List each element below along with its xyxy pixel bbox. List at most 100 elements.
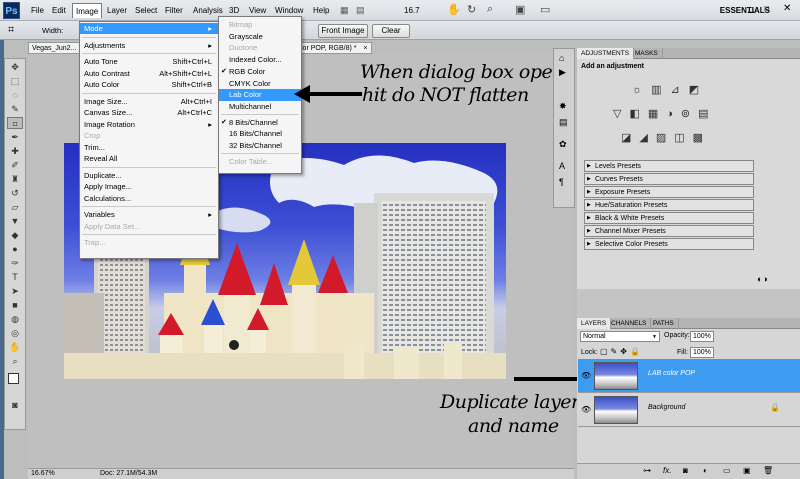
- image-menu-item[interactable]: Image Rotation ▸: [80, 119, 218, 130]
- new-layer-icon[interactable]: ▣: [743, 466, 751, 475]
- blur-tool-icon[interactable]: ◆: [7, 229, 23, 241]
- bridge-icon[interactable]: ▦: [340, 5, 349, 16]
- mode-menu-item[interactable]: 32 Bits/Channel: [219, 140, 301, 152]
- mode-menu-item[interactable]: ✔ RGB Color: [219, 66, 301, 78]
- marquee-tool-icon[interactable]: ⬚: [7, 75, 23, 87]
- image-menu-item[interactable]: Adjustments ▸: [80, 40, 218, 51]
- pen-tool-icon[interactable]: ✑: [7, 257, 23, 269]
- quick-mask-icon[interactable]: ◙: [7, 399, 23, 411]
- lock-icons[interactable]: ▢✎✥🔒: [600, 347, 643, 356]
- mode-menu-item[interactable]: Multichannel: [219, 101, 301, 113]
- menu-image[interactable]: Image: [72, 3, 103, 18]
- tool-presets-icon[interactable]: ✸: [559, 101, 567, 112]
- menu-select[interactable]: Select: [132, 3, 160, 18]
- arrange-documents-icon[interactable]: ▣: [515, 3, 525, 16]
- image-menu-item[interactable]: Canvas Size... Alt+Ctrl+C: [80, 107, 218, 118]
- eye-icon[interactable]: 👁: [581, 405, 591, 414]
- preset-selective-color[interactable]: Selective Color Presets: [584, 238, 754, 250]
- trash-icon[interactable]: 🗑: [763, 466, 773, 475]
- blend-mode-select[interactable]: Normal ▼: [580, 331, 660, 342]
- adjustment-layer-icon[interactable]: ◐: [703, 466, 708, 475]
- layer-row-selected[interactable]: 👁 LAB color POP: [578, 359, 800, 393]
- preset-black-white[interactable]: Black & White Presets: [584, 212, 754, 224]
- clear-button[interactable]: Clear: [372, 24, 410, 38]
- image-menu-item[interactable]: Image Size... Alt+Ctrl+I: [80, 96, 218, 107]
- menu-filter[interactable]: Filter: [162, 3, 186, 18]
- actions-icon[interactable]: ▶: [559, 67, 566, 78]
- image-menu-item[interactable]: Mode ▸: [80, 23, 218, 34]
- eye-icon[interactable]: 👁: [581, 371, 591, 380]
- mode-menu-item[interactable]: 16 Bits/Channel: [219, 128, 301, 140]
- move-tool-icon[interactable]: ✥: [7, 61, 23, 73]
- adjustment-icons-row-3[interactable]: ◪◢▨◫▩: [621, 131, 711, 144]
- zoom-tool-icon[interactable]: ⌕: [487, 3, 493, 16]
- front-image-button[interactable]: Front Image: [318, 24, 368, 38]
- paint-bucket-tool-icon[interactable]: ▼: [7, 215, 23, 227]
- menu-edit[interactable]: Edit: [49, 3, 69, 18]
- type-tool-icon[interactable]: T: [7, 271, 23, 283]
- opacity-field[interactable]: 100%: [690, 331, 714, 342]
- paragraph-icon[interactable]: ¶: [559, 177, 564, 187]
- mode-menu-item[interactable]: Indexed Color...: [219, 54, 301, 66]
- hand-tool-icon[interactable]: ✋: [447, 3, 461, 16]
- document-tab-right[interactable]: lor POP, RGB/8) * ×: [299, 42, 372, 54]
- fx-icon[interactable]: fx.: [663, 466, 671, 475]
- screen-mode-icon[interactable]: ▭: [540, 3, 550, 16]
- healing-brush-tool-icon[interactable]: ✚: [7, 145, 23, 157]
- close-icon[interactable]: ✕: [783, 3, 791, 14]
- brushes-icon[interactable]: ▤: [559, 117, 568, 128]
- mode-menu-item[interactable]: ✔ 8 Bits/Channel: [219, 117, 301, 129]
- mode-menu-item[interactable]: Grayscale: [219, 31, 301, 43]
- preset-levels[interactable]: Levels Presets: [584, 160, 754, 172]
- image-menu-item[interactable]: Variables ▸: [80, 209, 218, 220]
- zoom-tool-icon[interactable]: ⌕: [7, 355, 23, 367]
- image-menu-item[interactable]: Reveal All: [80, 153, 218, 164]
- dodge-tool-icon[interactable]: ●: [7, 243, 23, 255]
- tab-channels[interactable]: CHANNELS: [607, 318, 652, 329]
- layer-name[interactable]: Background: [648, 404, 685, 411]
- minimize-icon[interactable]: ▁: [748, 4, 754, 13]
- brush-tool-icon[interactable]: ✐: [7, 159, 23, 171]
- document-tab[interactable]: Vegas_Jun2...: [28, 42, 81, 54]
- mode-menu-item[interactable]: Lab Color: [219, 89, 301, 102]
- preset-exposure[interactable]: Exposure Presets: [584, 186, 754, 198]
- tab-adjustments[interactable]: ADJUSTMENTS: [577, 48, 635, 59]
- image-menu-item[interactable]: Auto Contrast Alt+Shift+Ctrl+L: [80, 68, 218, 79]
- menu-help[interactable]: Help: [310, 3, 332, 18]
- tab-close-icon[interactable]: ×: [363, 43, 367, 54]
- maximize-icon[interactable]: □: [764, 4, 769, 13]
- layer-name[interactable]: LAB color POP: [648, 370, 695, 377]
- history-brush-tool-icon[interactable]: ↺: [7, 187, 23, 199]
- add-mask-icon[interactable]: ◙: [683, 466, 688, 475]
- workspace-switcher[interactable]: ESSENTIALS: [720, 4, 770, 17]
- fill-field[interactable]: 100%: [690, 347, 714, 358]
- adjustment-icons-row-1[interactable]: ☼▥⊿◩: [632, 83, 708, 96]
- crop-tool-icon-active[interactable]: ⌗: [7, 117, 23, 129]
- zoom-level[interactable]: 16.67%: [31, 469, 55, 479]
- link-layers-icon[interactable]: ⊶: [643, 466, 651, 475]
- eraser-tool-icon[interactable]: ▱: [7, 201, 23, 213]
- image-menu-item[interactable]: Calculations...: [80, 193, 218, 204]
- new-group-icon[interactable]: ▭: [723, 466, 731, 475]
- preset-channel-mixer[interactable]: Channel Mixer Presets: [584, 225, 754, 237]
- quick-select-tool-icon[interactable]: ✎: [7, 103, 23, 115]
- foreground-color-swatch[interactable]: [8, 373, 19, 384]
- 3d-camera-tool-icon[interactable]: ◎: [7, 327, 23, 339]
- layer-row[interactable]: 👁 Background 🔒: [578, 393, 800, 427]
- lasso-tool-icon[interactable]: ◌: [7, 89, 23, 101]
- image-menu-item[interactable]: Duplicate...: [80, 170, 218, 181]
- clone-source-icon[interactable]: ✿: [559, 139, 567, 150]
- path-selection-tool-icon[interactable]: ➤: [7, 285, 23, 297]
- menu-layer[interactable]: Layer: [104, 3, 130, 18]
- zoom-level-select[interactable]: 16.7: [404, 6, 420, 15]
- image-menu-item[interactable]: Auto Tone Shift+Ctrl+L: [80, 56, 218, 67]
- image-menu-item[interactable]: Auto Color Shift+Ctrl+B: [80, 79, 218, 90]
- menu-file[interactable]: File: [28, 3, 47, 18]
- tab-paths[interactable]: PATHS: [649, 318, 679, 329]
- image-menu-item[interactable]: Trim...: [80, 142, 218, 153]
- shape-tool-icon[interactable]: ■: [7, 299, 23, 311]
- clone-stamp-tool-icon[interactable]: ♜: [7, 173, 23, 185]
- image-menu-item[interactable]: Apply Image...: [80, 181, 218, 192]
- preset-hue-saturation[interactable]: Hue/Saturation Presets: [584, 199, 754, 211]
- hand-tool-icon[interactable]: ✋: [7, 341, 23, 353]
